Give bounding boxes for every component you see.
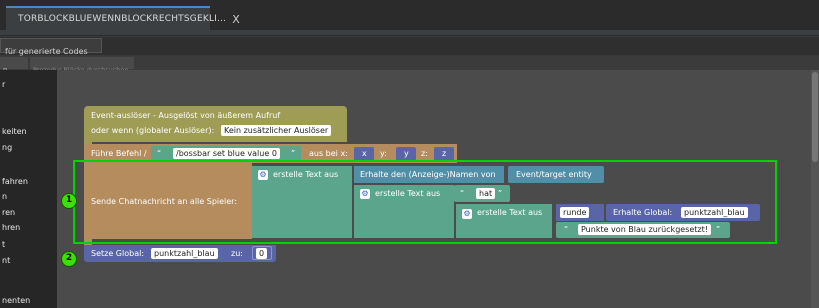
category-item[interactable]: ng: [2, 143, 12, 152]
y-label: y:: [380, 149, 387, 158]
toolbar-row: [0, 37, 819, 55]
to-label: zu:: [231, 249, 243, 258]
category-panel: r keiten ng fahren n ren hren t nt nente…: [0, 70, 57, 308]
command-text-field[interactable]: /bossbar set blue value 0: [173, 148, 280, 159]
category-item[interactable]: hren: [2, 223, 20, 232]
quote-close-icon: ”: [291, 149, 296, 158]
set-label: Setze Global:: [91, 249, 145, 258]
category-item[interactable]: ren: [2, 208, 15, 217]
category-item[interactable]: t: [2, 240, 5, 249]
generated-code-field[interactable]: für generierte Codes: [0, 38, 102, 56]
category-item[interactable]: fahren: [2, 177, 28, 186]
tab-title: TORBLOCKBLUEWENNBLOCKRECHTSGEKLI...: [18, 14, 227, 24]
category-item[interactable]: r: [2, 80, 5, 89]
scrollbar-thumb[interactable]: [812, 72, 818, 162]
command-label: Führe Befehl /: [91, 149, 147, 158]
highlight-box: [73, 160, 777, 244]
category-item[interactable]: nenten: [2, 296, 30, 305]
close-icon[interactable]: X: [232, 13, 240, 26]
event-title: Event-auslöser - Ausgelöst von äußerem A…: [91, 111, 281, 120]
step-badge-2: 2: [61, 251, 77, 267]
procedure-search-input[interactable]: Prozedur-Blöcke durchsuchen: [30, 57, 134, 74]
z-label: z:: [421, 149, 428, 158]
step-badge-1: 1: [61, 193, 77, 209]
set-var-dropdown[interactable]: punktzahl_blau: [151, 248, 218, 259]
editor-tab[interactable]: TORBLOCKBLUEWENNBLOCKRECHTSGEKLI... X: [6, 6, 240, 30]
category-item[interactable]: nt: [2, 256, 10, 265]
trigger-dropdown[interactable]: Kein zusätzlicher Auslöser: [221, 125, 332, 136]
z-var: z: [442, 149, 447, 158]
x-var: x: [362, 149, 367, 158]
generated-code-label: für generierte Codes: [5, 47, 88, 56]
category-item[interactable]: n: [2, 192, 7, 201]
quote-open-icon: “: [157, 149, 162, 158]
category-item[interactable]: keiten: [2, 127, 27, 136]
y-var: y: [404, 149, 409, 158]
tab-underline: [0, 30, 819, 36]
zero-field[interactable]: 0: [256, 248, 268, 259]
event-or-label: oder wenn (globaler Auslöser):: [91, 126, 215, 135]
at-label: aus bei x:: [309, 149, 348, 158]
search-left-field[interactable]: n: [0, 57, 28, 74]
